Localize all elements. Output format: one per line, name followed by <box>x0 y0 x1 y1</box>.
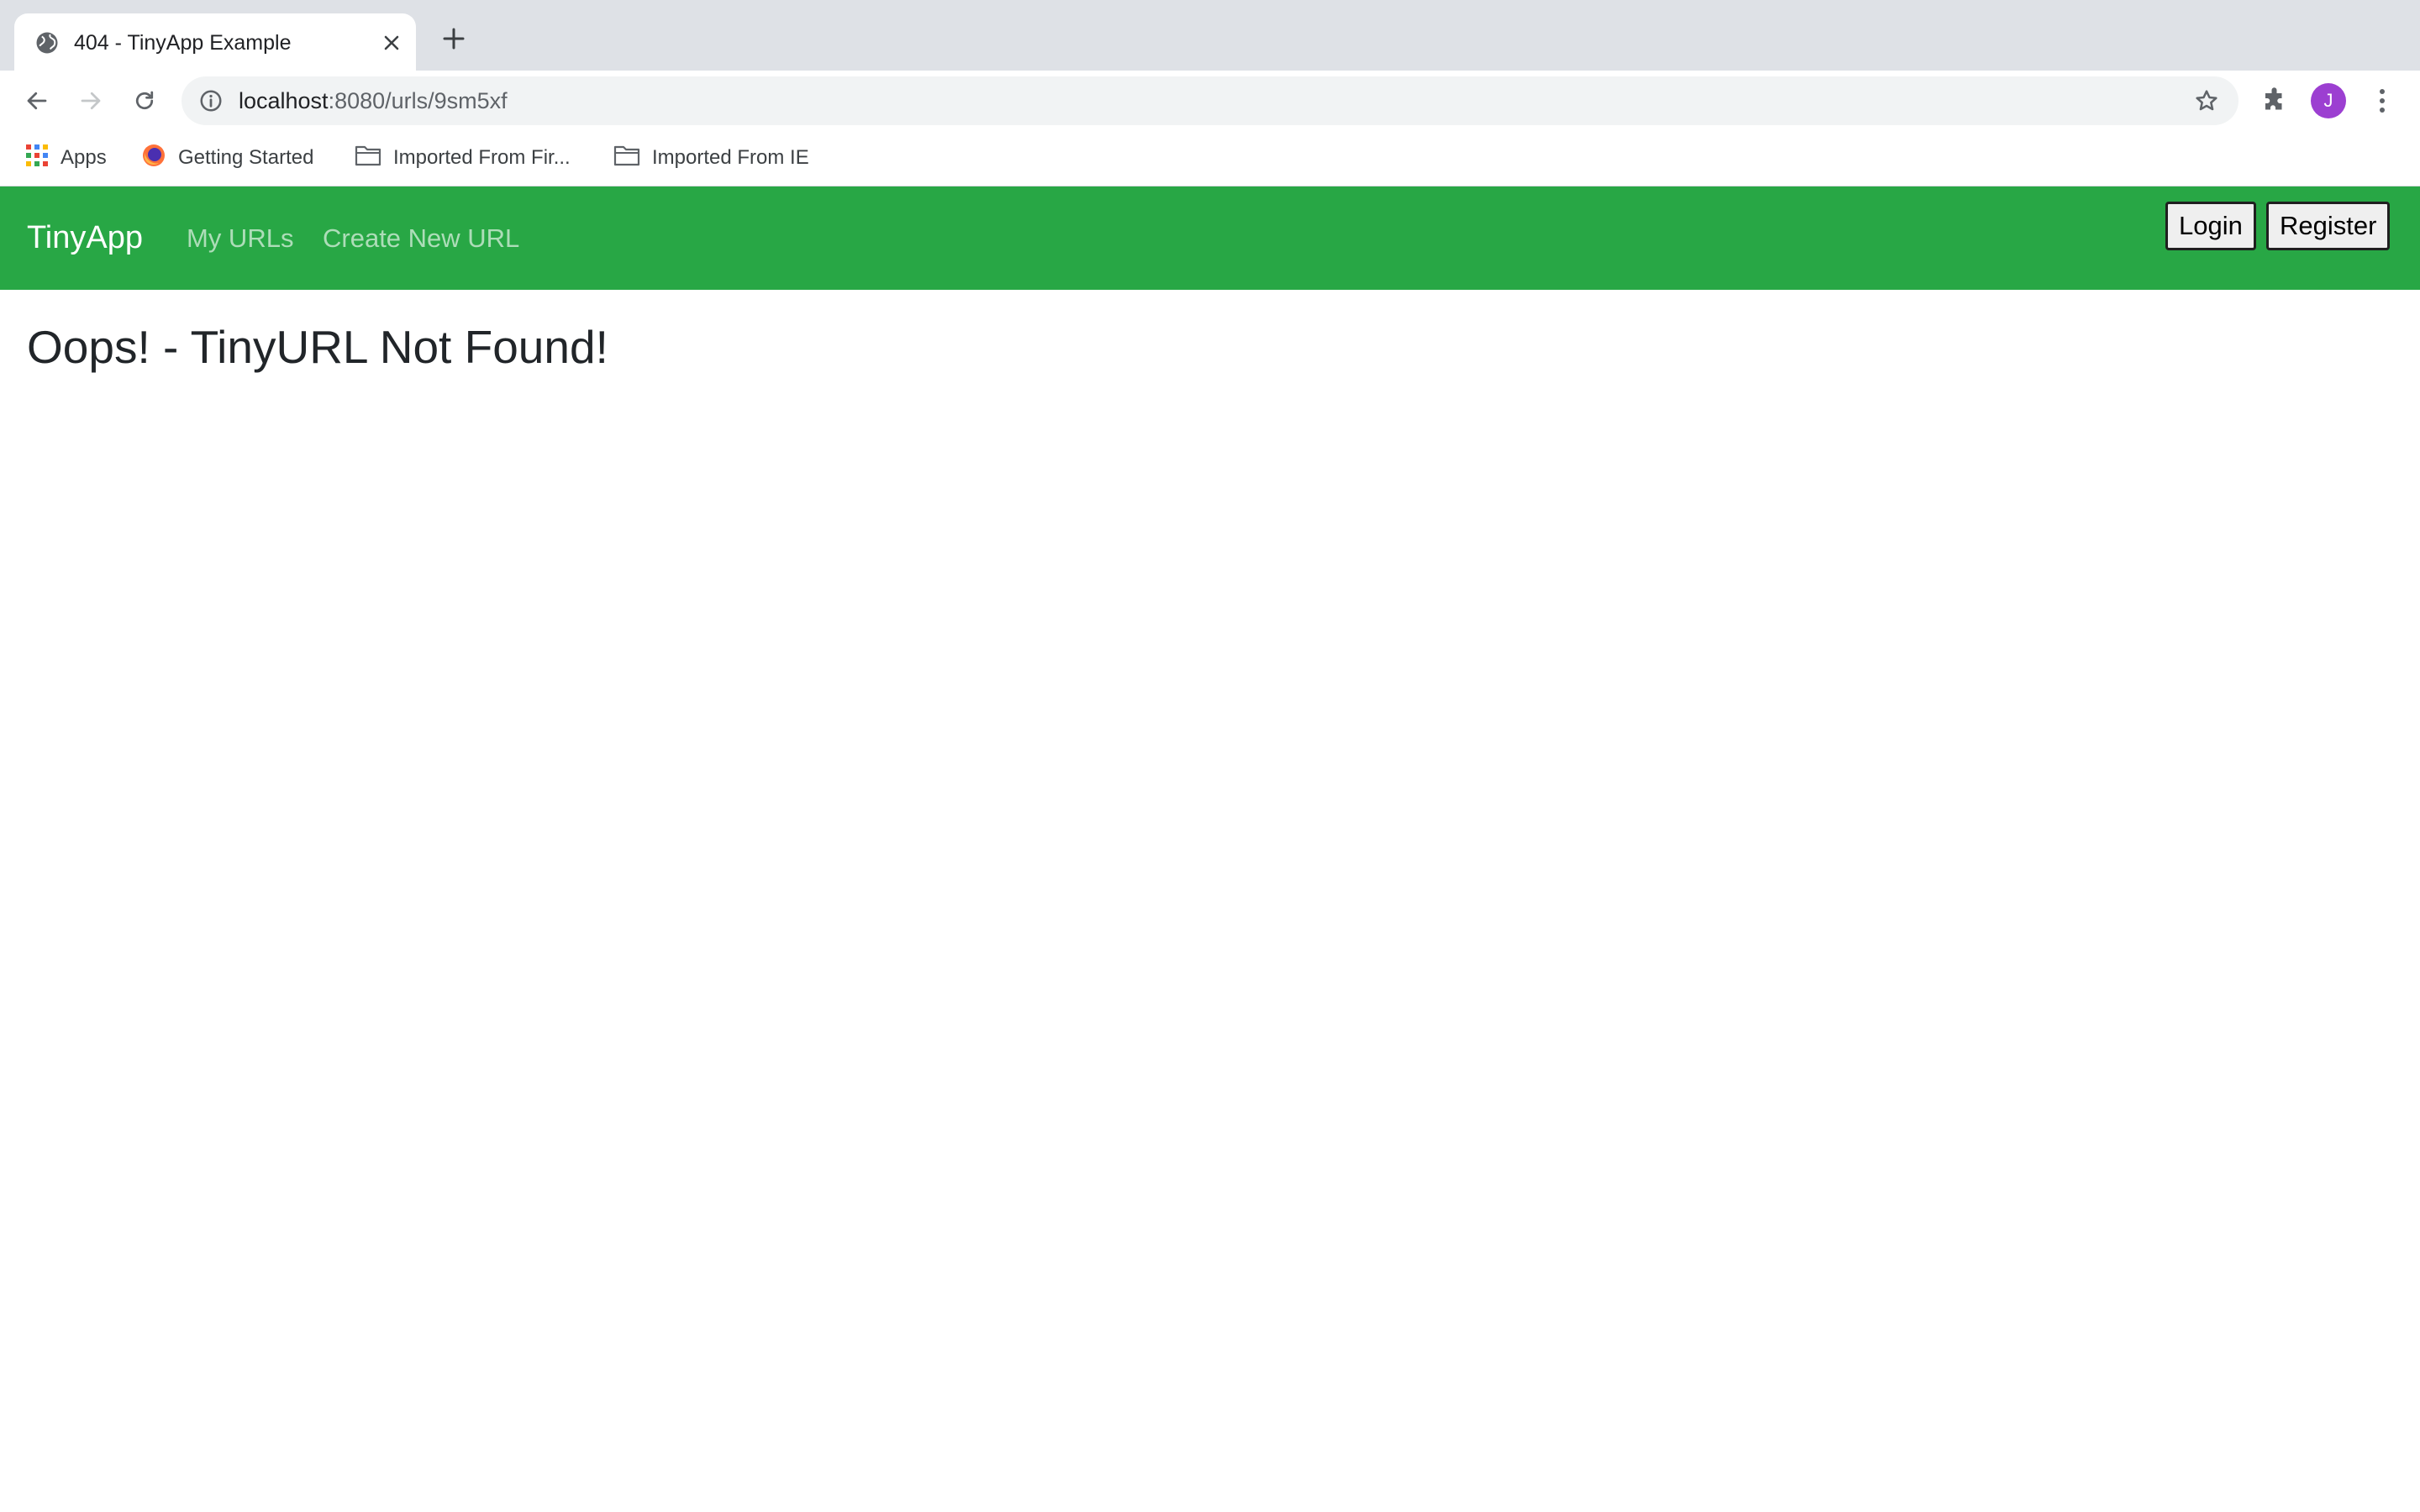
close-tab-icon[interactable] <box>377 29 406 57</box>
bookmark-getting-started[interactable]: Getting Started <box>141 143 313 173</box>
new-tab-icon[interactable] <box>437 22 471 55</box>
tab-strip: 404 - TinyApp Example <box>0 0 2420 71</box>
app-navbar: TinyApp My URLs Create New URL Login Reg… <box>0 186 2420 290</box>
url-text: localhost:8080/urls/9sm5xf <box>239 87 508 115</box>
nav-link-my-urls[interactable]: My URLs <box>187 221 293 256</box>
register-button[interactable]: Register <box>2266 202 2391 250</box>
browser-menu-icon[interactable] <box>2370 84 2395 118</box>
bookmark-label: Getting Started <box>178 146 314 169</box>
forward-arrow-icon[interactable] <box>74 84 108 118</box>
bookmark-label: Apps <box>60 146 107 169</box>
page-title: Oops! - TinyURL Not Found! <box>27 321 608 373</box>
folder-icon <box>355 144 381 173</box>
url-host: localhost <box>239 88 329 113</box>
folder-icon <box>613 144 640 173</box>
bookmark-star-icon[interactable] <box>2193 87 2220 114</box>
bookmark-apps[interactable]: Apps <box>25 143 107 173</box>
bookmark-label: Imported From Fir... <box>393 146 571 169</box>
firefox-icon <box>141 143 166 174</box>
site-info-icon[interactable] <box>198 88 224 113</box>
browser-toolbar: localhost:8080/urls/9sm5xf J <box>0 71 2420 131</box>
address-bar[interactable]: localhost:8080/urls/9sm5xf <box>182 76 2238 125</box>
url-path: :8080/urls/9sm5xf <box>328 88 508 113</box>
nav-link-create-new-url[interactable]: Create New URL <box>323 221 519 256</box>
profile-avatar[interactable]: J <box>2311 83 2346 118</box>
page-content: TinyApp My URLs Create New URL Login Reg… <box>0 186 2420 1512</box>
bookmark-imported-from-ie[interactable]: Imported From IE <box>613 143 809 173</box>
apps-grid-icon <box>25 144 49 173</box>
login-button[interactable]: Login <box>2165 202 2256 250</box>
reload-icon[interactable] <box>128 84 161 118</box>
bookmark-imported-from-firefox[interactable]: Imported From Fir... <box>355 143 571 173</box>
back-arrow-icon[interactable] <box>20 84 54 118</box>
browser-tab[interactable]: 404 - TinyApp Example <box>14 13 416 71</box>
bookmark-label: Imported From IE <box>652 146 809 169</box>
bookmarks-bar: Apps Getting Started Imported From Fir..… <box>0 131 2420 186</box>
tab-title: 404 - TinyApp Example <box>74 31 292 55</box>
extensions-puzzle-icon[interactable] <box>2260 86 2291 116</box>
app-brand-link[interactable]: TinyApp <box>27 218 143 257</box>
globe-icon <box>34 30 60 55</box>
